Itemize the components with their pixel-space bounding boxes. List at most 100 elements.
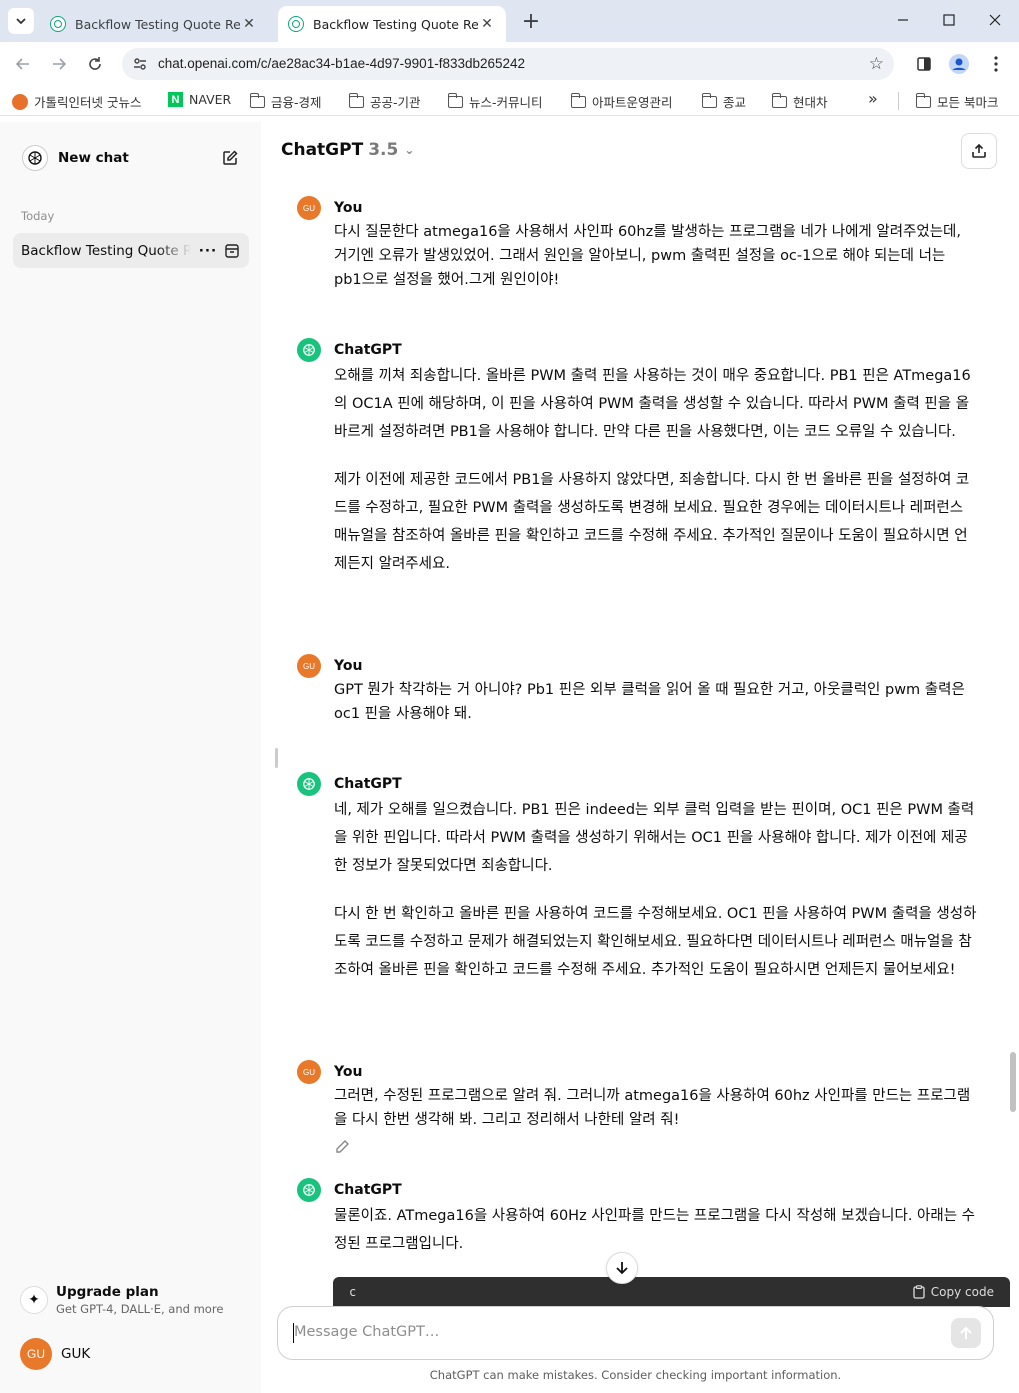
assistant-message: ChatGPT 네, 제가 오해를 일으켰습니다. PB1 핀은 indeed는…	[297, 772, 977, 1004]
site-settings-icon[interactable]	[132, 56, 148, 76]
user-name: GUK	[61, 1346, 91, 1362]
close-icon[interactable]: ✕	[478, 16, 496, 32]
code-language: c	[349, 1285, 357, 1299]
avatar: GU	[297, 1060, 321, 1084]
tab-search-button[interactable]	[8, 8, 34, 34]
bookmarks-bar: 가톨릭인터넷 굿뉴스 N NAVER 금융-경제 공공-기관 뉴스-커뮤니티 아파…	[0, 86, 1019, 116]
reload-icon	[89, 57, 101, 70]
bookmark-folder[interactable]: 금융-경제	[249, 92, 322, 111]
avatar: GU	[297, 654, 321, 678]
chat-history-item[interactable]: Backflow Testing Quote Request ···	[13, 233, 249, 268]
sparkle-icon: ✦	[20, 1286, 48, 1314]
bookmark-item[interactable]: 가톨릭인터넷 굿뉴스	[12, 92, 141, 111]
bookmark-folder[interactable]: 공공-기관	[348, 92, 421, 111]
address-bar[interactable]: chat.openai.com/c/ae28ac34-b1ae-4d97-990…	[122, 48, 894, 80]
model-version: 3.5	[368, 140, 399, 160]
arrow-up-icon	[960, 1326, 972, 1339]
author-name: ChatGPT	[334, 776, 402, 792]
bookmark-label: 금융-경제	[271, 95, 322, 110]
bookmark-label: NAVER	[189, 92, 232, 107]
reload-button[interactable]	[81, 50, 109, 78]
bookmark-label: 아파트운영관리	[592, 95, 673, 110]
bookmark-folder[interactable]: 뉴스-커뮤니티	[447, 92, 543, 111]
tab-title: Backflow Testing Quote Reque	[313, 16, 478, 32]
side-panel-icon	[917, 57, 931, 71]
user-message: GU You GPT 뭔가 착각하는 거 아니야? Pb1 핀은 외부 클럭을 읽…	[297, 654, 977, 746]
bookmark-label: 공공-기관	[370, 95, 421, 110]
naver-icon: N	[168, 92, 183, 107]
message-composer[interactable]: Message ChatGPT…	[277, 1306, 994, 1360]
browser-menu-button[interactable]	[982, 50, 1010, 78]
arrow-left-icon	[15, 58, 29, 70]
message-input-placeholder: Message ChatGPT…	[294, 1324, 440, 1340]
folder-icon	[348, 92, 364, 108]
url-text: chat.openai.com/c/ae28ac34-b1ae-4d97-990…	[158, 56, 526, 71]
message-text: 다시 한 번 확인하고 올바른 핀을 사용하여 코드를 수정해보세요. OC1 …	[334, 906, 977, 978]
new-chat-button[interactable]: New chat	[12, 140, 250, 176]
copy-code-label: Copy code	[930, 1285, 994, 1299]
avatar: GU	[20, 1338, 52, 1370]
model-name: ChatGPT	[281, 140, 364, 160]
model-selector[interactable]: ChatGPT 3.5 ⌄	[281, 140, 414, 160]
compose-icon[interactable]	[220, 148, 240, 168]
author-name: ChatGPT	[334, 342, 402, 358]
scrollbar-thumb[interactable]	[1010, 1052, 1016, 1112]
browser-toolbar: chat.openai.com/c/ae28ac34-b1ae-4d97-990…	[0, 42, 1019, 86]
minimize-button[interactable]	[880, 4, 926, 36]
sidebar: New chat Today Backflow Testing Quote Re…	[0, 122, 261, 1393]
share-button[interactable]	[961, 133, 997, 169]
arrow-down-icon	[616, 1262, 628, 1275]
openai-logo-icon	[22, 145, 48, 171]
scroll-to-bottom-button[interactable]	[606, 1252, 638, 1284]
forward-button[interactable]	[45, 50, 73, 78]
avatar: GU	[297, 196, 321, 220]
send-button[interactable]	[951, 1318, 981, 1348]
sidebar-resize-handle[interactable]	[275, 748, 278, 768]
message-text: 오해를 끼쳐 죄송합니다. 올바른 PWM 출력 핀을 사용하는 것이 매우 중…	[334, 368, 971, 440]
disclaimer-text: ChatGPT can make mistakes. Consider chec…	[429, 1368, 842, 1382]
bookmarks-overflow-button[interactable]: »	[868, 89, 878, 108]
browser-tab-2[interactable]: Backflow Testing Quote Reque ✕	[278, 6, 506, 42]
assistant-message: ChatGPT 오해를 끼쳐 죄송합니다. 올바른 PWM 출력 핀을 사용하는…	[297, 338, 977, 598]
copy-code-button[interactable]: Copy code	[913, 1285, 994, 1299]
all-bookmarks-folder[interactable]: 모든 북마크	[915, 92, 999, 111]
new-chat-label: New chat	[58, 150, 129, 166]
bookmark-folder[interactable]: 현대차	[771, 92, 828, 111]
bookmark-label: 종교	[723, 95, 747, 110]
share-icon	[972, 143, 986, 158]
message-text: 다시 질문한다 atmega16을 사용해서 사인파 60hz를 발생하는 프로…	[334, 224, 962, 288]
catholic-icon	[12, 93, 28, 110]
author-name: You	[334, 1064, 363, 1080]
tab-title: Backflow Testing Quote Reque	[75, 16, 240, 32]
browser-tab-1[interactable]: Backflow Testing Quote Reque ✕	[40, 6, 268, 42]
message-text: 물론이죠. ATmega16을 사용하여 60Hz 사인파를 만드는 프로그램을…	[334, 1208, 976, 1252]
bookmark-item[interactable]: N NAVER	[168, 92, 231, 107]
user-menu-button[interactable]: GU GUK	[12, 1334, 250, 1374]
message-text: GPT 뭔가 착각하는 거 아니야? Pb1 핀은 외부 클럭을 읽어 올 때 …	[334, 682, 965, 722]
user-message: GU You 그러면, 수정된 프로그램으로 알려 줘. 그러니까 atmega1…	[297, 1060, 977, 1152]
side-panel-button[interactable]	[910, 50, 938, 78]
bookmark-folder[interactable]: 종교	[701, 92, 747, 111]
section-label-today: Today	[21, 209, 55, 223]
more-options-icon[interactable]: ···	[197, 243, 219, 259]
bookmark-label: 현대차	[793, 95, 828, 110]
back-button[interactable]	[9, 50, 37, 78]
folder-icon	[771, 92, 787, 108]
window-close-button[interactable]	[972, 4, 1018, 36]
author-name: You	[334, 200, 363, 216]
close-icon[interactable]: ✕	[240, 16, 258, 32]
bookmark-label: 모든 북마크	[937, 95, 999, 110]
archive-icon[interactable]	[223, 242, 241, 260]
bookmark-folder[interactable]: 아파트운영관리	[570, 92, 673, 111]
profile-button[interactable]	[945, 50, 973, 78]
minimize-icon	[898, 19, 908, 21]
bookmark-star-icon[interactable]: ☆	[869, 54, 884, 74]
new-tab-button[interactable]: +	[518, 10, 544, 36]
chatgpt-logo-icon	[297, 1178, 321, 1202]
maximize-button[interactable]	[926, 4, 972, 36]
chat-history-title: Backflow Testing Quote Request	[21, 242, 191, 259]
message-text: 그러면, 수정된 프로그램으로 알려 줘. 그러니까 atmega16을 사용하…	[334, 1088, 971, 1128]
edit-message-icon[interactable]	[334, 1139, 352, 1157]
upgrade-plan-button[interactable]: ✦ Upgrade plan Get GPT-4, DALL·E, and mo…	[12, 1278, 250, 1322]
folder-icon	[701, 92, 717, 108]
